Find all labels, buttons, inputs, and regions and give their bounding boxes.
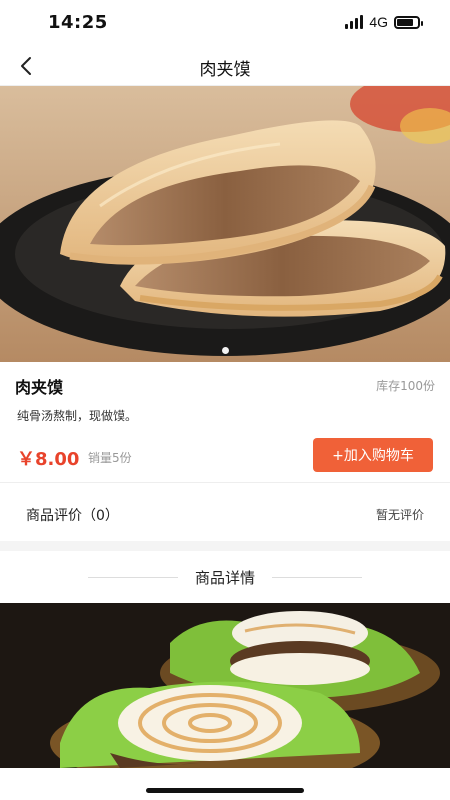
details-header: 商品详情 <box>0 551 450 603</box>
stock-label: 库存100份 <box>376 379 435 393</box>
sales-count: 销量5份 <box>88 451 132 465</box>
detail-photo <box>0 603 450 768</box>
add-to-cart-button[interactable]: +加入购物车 <box>313 438 433 472</box>
details-title: 商品详情 <box>194 569 255 587</box>
section-separator <box>0 541 450 551</box>
reviews-title: 商品评价（0） <box>26 508 119 524</box>
reviews-status: 暂无评价 <box>375 508 424 522</box>
product-info: 肉夹馍 库存100份 纯骨汤熬制，现做馍。 ￥8.00 销量5份 +加入购物车 <box>0 362 450 482</box>
status-indicators: 4G <box>345 14 423 30</box>
carousel-dot <box>221 347 229 354</box>
product-image-carousel[interactable] <box>0 86 450 362</box>
network-label: 4G <box>369 14 388 30</box>
home-indicator[interactable] <box>146 788 304 793</box>
divider <box>272 577 362 578</box>
home-indicator-area <box>0 768 450 800</box>
signal-icon <box>345 15 364 29</box>
product-price: ￥8.00 <box>17 449 80 470</box>
battery-icon <box>394 15 423 29</box>
product-description: 纯骨汤熬制，现做馍。 <box>17 409 138 423</box>
page-title: 肉夹馍 <box>199 60 251 80</box>
nav-bar: 肉夹馍 <box>0 46 450 86</box>
reviews-row[interactable]: 商品评价（0） 暂无评价 <box>0 483 450 541</box>
status-bar: 14:25 4G <box>0 0 450 46</box>
product-photo <box>0 86 450 362</box>
product-name: 肉夹馍 <box>15 378 64 397</box>
detail-photo-graphic <box>0 603 450 768</box>
battery-level <box>397 18 413 26</box>
status-time: 14:25 <box>48 12 108 33</box>
carousel-indicator <box>0 347 450 354</box>
